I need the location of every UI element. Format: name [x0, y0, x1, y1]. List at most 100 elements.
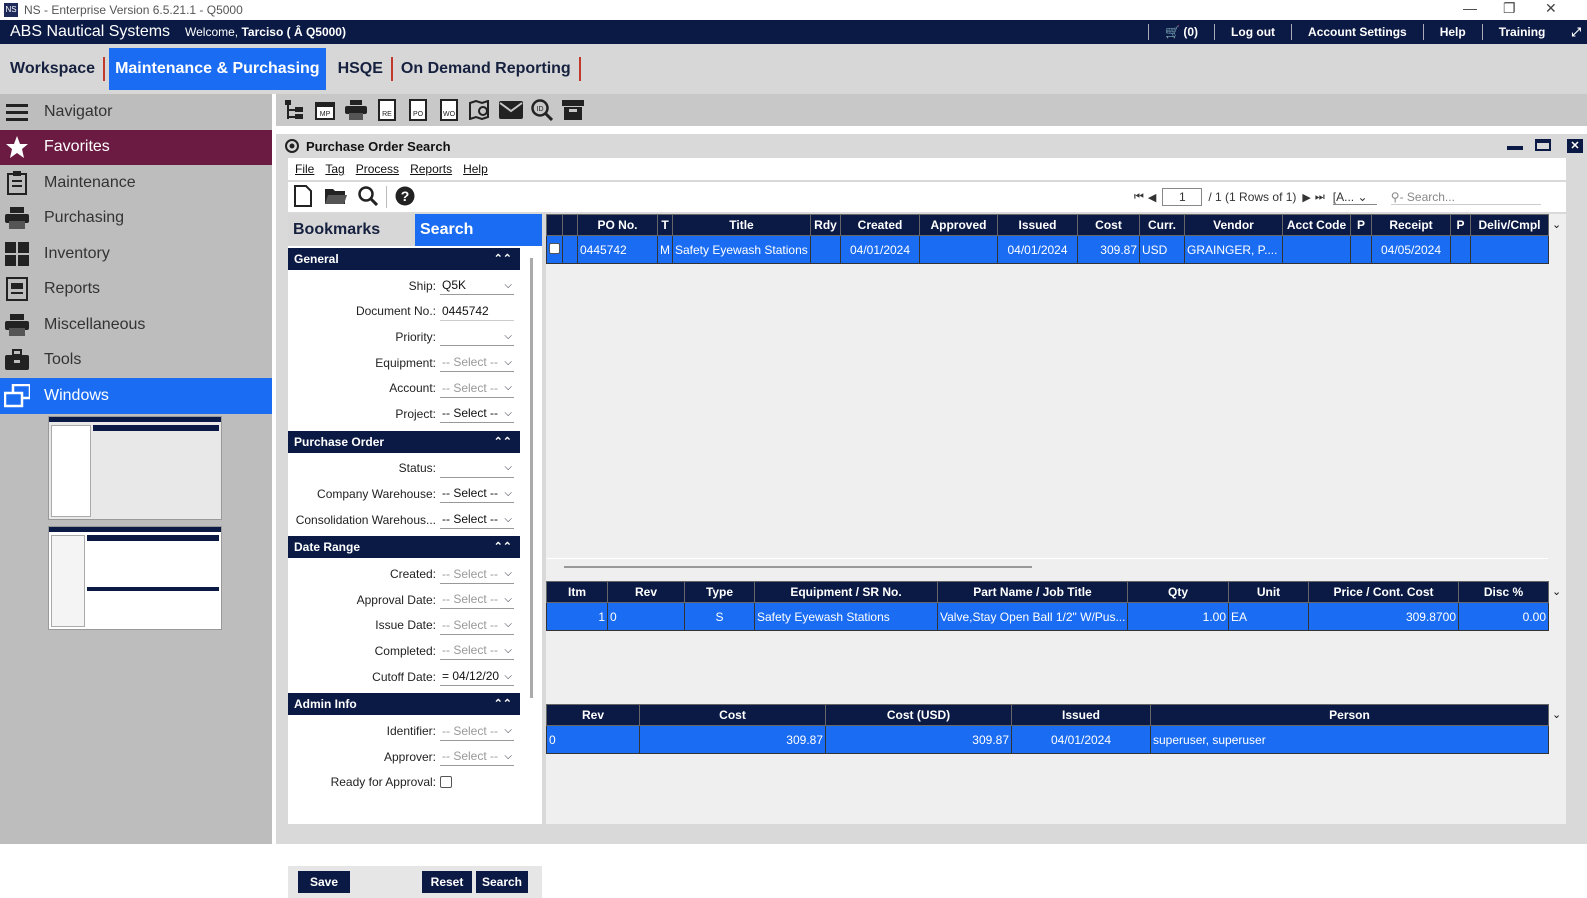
approver-select[interactable]: -- Select -- ⌵	[440, 747, 514, 767]
project-select[interactable]: -- Select -- ⌵	[440, 404, 514, 424]
row-select-checkbox[interactable]	[546, 235, 563, 264]
section-admin-info[interactable]: Admin Info ⌃⌃	[288, 693, 520, 716]
line-header[interactable]: Price / Cont. Cost	[1308, 581, 1459, 603]
line-header[interactable]: Type	[684, 581, 755, 603]
help-icon[interactable]: ?	[395, 186, 415, 209]
collapse-icon[interactable]: ⌃⌃	[494, 536, 512, 558]
po-header[interactable]: Cost	[1077, 214, 1140, 236]
save-button[interactable]: Save	[298, 871, 350, 893]
sidebar-item-purchasing[interactable]: Purchasing	[0, 201, 272, 237]
collapse-icon[interactable]: ⌃⌃	[494, 248, 512, 270]
po-header[interactable]: Deliv/Cmpl	[1470, 214, 1549, 236]
training-link[interactable]: Training	[1481, 24, 1562, 40]
logout-link[interactable]: Log out	[1214, 24, 1291, 40]
search-icon[interactable]	[358, 185, 379, 209]
filters-scrollbar[interactable]	[530, 258, 533, 698]
expand-icon[interactable]: ⤢	[1561, 24, 1587, 40]
po-header[interactable]: P	[1350, 214, 1372, 236]
created-select[interactable]: -- Select -- ⌵	[440, 564, 514, 584]
line-header[interactable]: Itm	[546, 581, 608, 603]
close-window-icon[interactable]: ✕	[1545, 0, 1557, 17]
table-row[interactable]: 0445742 M Safety Eyewash Stations 04/01/202…	[546, 235, 1549, 264]
po-header[interactable]: Receipt	[1371, 214, 1451, 236]
document-wo-icon[interactable]: WO	[437, 98, 461, 122]
consolidation-warehous-select[interactable]: -- Select -- ⌵	[440, 510, 514, 530]
panel-maximize-icon[interactable]	[1535, 139, 1551, 151]
calendar-mp-icon[interactable]: MP	[313, 98, 337, 122]
window-thumbnail[interactable]	[48, 526, 222, 630]
collapse-icon[interactable]: ⌃⌃	[494, 693, 512, 715]
sidebar-item-favorites[interactable]: Favorites	[0, 129, 272, 165]
next-page-icon[interactable]: ▶	[1302, 191, 1310, 204]
po-header[interactable]	[546, 214, 563, 236]
section-date-range[interactable]: Date Range ⌃⌃	[288, 536, 520, 559]
equipment-select[interactable]: -- Select -- ⌵	[440, 353, 514, 373]
completed-select[interactable]: -- Select -- ⌵	[440, 641, 514, 661]
first-page-icon[interactable]: ⏮	[1134, 191, 1144, 204]
sidebar-item-navigator[interactable]: Navigator	[0, 94, 272, 130]
column-chooser-icon[interactable]: ⌄	[1552, 218, 1561, 231]
last-page-icon[interactable]: ⏭	[1315, 191, 1325, 204]
grid-search-input[interactable]: ⚲- Search...	[1390, 190, 1541, 205]
menu-file[interactable]: File	[295, 162, 314, 176]
window-thumbnail[interactable]	[48, 416, 222, 520]
column-chooser-icon[interactable]: ⌄	[1552, 585, 1561, 598]
ship-select[interactable]: Q5K ⌵	[440, 276, 514, 296]
ready-for-approval-checkbox[interactable]	[440, 776, 452, 789]
document-re-icon[interactable]: RE	[375, 98, 399, 122]
po-header[interactable]: Created	[840, 214, 920, 236]
po-header[interactable]	[562, 214, 578, 236]
po-header[interactable]: T	[657, 214, 673, 236]
document-no-input[interactable]: 0445742	[440, 301, 514, 321]
line-header[interactable]: Rev	[607, 581, 685, 603]
sidebar-item-tools[interactable]: Tools	[0, 343, 272, 379]
panel-close-icon[interactable]: ✕	[1567, 139, 1583, 153]
section-purchase-order[interactable]: Purchase Order ⌃⌃	[288, 430, 520, 453]
sidebar-item-miscellaneous[interactable]: Miscellaneous	[0, 307, 272, 343]
account-settings-link[interactable]: Account Settings	[1291, 24, 1423, 40]
section-general[interactable]: General ⌃⌃	[288, 248, 520, 270]
cutoff-date-select[interactable]: = 04/12/20 ⌵	[440, 667, 514, 687]
tab-on-demand-reporting[interactable]: On Demand Reporting	[393, 57, 581, 81]
sidebar-item-maintenance[interactable]: Maintenance	[0, 165, 272, 201]
line-header[interactable]: Unit	[1228, 581, 1309, 603]
table-row[interactable]: 0 309.87 309.87 04/01/2024 superuser, superu…	[546, 725, 1549, 754]
po-header[interactable]: P	[1450, 214, 1471, 236]
po-header[interactable]: Title	[672, 214, 811, 236]
po-header[interactable]: Approved	[919, 214, 998, 236]
help-link[interactable]: Help	[1422, 24, 1482, 40]
open-folder-icon[interactable]	[324, 186, 348, 209]
history-header[interactable]: Issued	[1011, 704, 1151, 726]
search-button[interactable]: Search	[476, 871, 528, 893]
sidebar-item-windows[interactable]: Windows	[0, 378, 272, 414]
restore-icon[interactable]: ❐	[1503, 0, 1516, 17]
po-header[interactable]: Acct Code	[1282, 214, 1351, 236]
tab-hsqe[interactable]: HSQE	[330, 57, 393, 81]
po-header[interactable]: Rdy	[810, 214, 841, 236]
line-header[interactable]: Qty	[1127, 581, 1229, 603]
status-select[interactable]: ⌵	[440, 458, 514, 478]
po-header[interactable]: Curr.	[1139, 214, 1185, 236]
tab-maintenance-purchasing[interactable]: Maintenance & Purchasing	[109, 48, 326, 90]
prev-page-icon[interactable]: ◀	[1148, 191, 1156, 204]
approval-date-select[interactable]: -- Select -- ⌵	[440, 590, 514, 610]
tab-bookmarks[interactable]: Bookmarks	[288, 214, 415, 246]
menu-help[interactable]: Help	[463, 162, 488, 176]
collapse-icon[interactable]: ⌃⌃	[494, 431, 512, 453]
history-header[interactable]: Cost (USD)	[825, 704, 1012, 726]
line-header[interactable]: Equipment / SR No.	[754, 581, 938, 603]
panel-minimize-icon[interactable]	[1507, 146, 1523, 150]
filter-dropdown[interactable]: [A... ⌄	[1332, 190, 1377, 205]
menu-process[interactable]: Process	[356, 162, 399, 176]
sidebar-item-inventory[interactable]: Inventory	[0, 236, 272, 272]
id-search-icon[interactable]: ID	[530, 98, 554, 122]
history-header[interactable]: Person	[1150, 704, 1549, 726]
priority-select[interactable]: ⌵	[440, 327, 514, 347]
printer-icon[interactable]	[344, 98, 368, 122]
envelope-icon[interactable]	[499, 98, 523, 122]
document-po-icon[interactable]: PO	[406, 98, 430, 122]
column-chooser-icon[interactable]: ⌄	[1552, 708, 1561, 721]
issue-date-select[interactable]: -- Select -- ⌵	[440, 615, 514, 635]
tab-workspace[interactable]: Workspace	[2, 57, 106, 81]
tab-search[interactable]: Search	[415, 214, 542, 246]
